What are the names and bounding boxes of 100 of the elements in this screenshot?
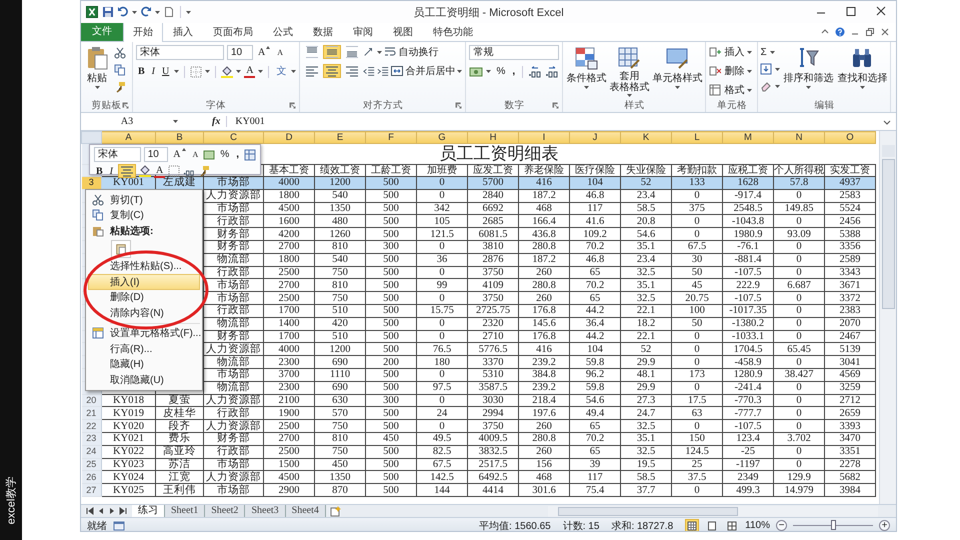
copy-icon[interactable] [114,64,126,76]
view-button[interactable] [685,518,700,531]
bold-button[interactable]: B [94,164,105,178]
ribbon-tab[interactable]: 公式 [263,22,303,41]
shrink-font-button[interactable]: A [275,46,286,59]
size-field[interactable]: 10 [227,45,253,60]
column-header[interactable]: O [824,132,876,144]
column-header[interactable]: N [774,132,824,144]
currency-icon[interactable] [469,66,484,78]
conditional-format-button[interactable]: 条件格式 [565,45,608,90]
row-header[interactable]: 20 [82,394,102,407]
column-header[interactable]: D [264,132,314,144]
comma-button[interactable]: , [510,65,518,78]
fill-button[interactable] [760,63,780,75]
font-field[interactable]: 宋体 [136,45,224,60]
fill-color-icon[interactable] [139,165,152,177]
column-header[interactable]: H [468,132,518,144]
italic-button[interactable]: I [108,164,116,178]
comma-button[interactable]: , [234,148,241,161]
menu-item[interactable]: 删除(D) [88,290,200,305]
increase-decimal-icon[interactable] [528,66,542,78]
font-field[interactable]: 宋体 [94,147,141,162]
last-sheet-icon[interactable] [118,506,128,516]
grow-font-button[interactable]: A [171,148,188,161]
cells-button[interactable]: 插入 [709,45,752,59]
formula-field[interactable]: KY001 [231,116,878,127]
format-painter-icon[interactable] [198,165,210,177]
row-header[interactable]: 25 [82,458,102,471]
percent-button[interactable]: % [494,65,508,78]
sort-filter-button[interactable]: 排序和筛选 [782,45,834,90]
ribbon-tab[interactable]: 审阅 [343,22,383,41]
merge-center-button[interactable]: 合并后居中 [391,64,462,78]
horizontal-scrollbar[interactable] [548,506,878,516]
format-painter-icon[interactable] [114,81,126,93]
phonetic-button[interactable]: 文 [274,65,288,78]
sum-button[interactable]: Σ [760,47,780,58]
decrease-indent-icon[interactable] [363,65,376,77]
sheet-tab[interactable]: 练习 [132,505,165,517]
ribbon-tab[interactable]: 开始 [123,22,163,42]
column-header[interactable]: A [102,132,156,144]
fill-color-icon[interactable] [221,66,234,78]
row-header[interactable]: 3 [82,176,102,190]
sheet-tab[interactable]: Sheet1 [165,505,206,517]
menu-item[interactable]: 插入(I) [88,274,200,290]
spreadsheet-logo-icon[interactable] [85,6,99,18]
number-format-field[interactable]: 常规 [469,45,560,60]
menu-item[interactable]: 行高(R)... [88,341,200,356]
column-header[interactable]: C [204,132,264,144]
sheet-tab[interactable]: Sheet3 [245,505,286,517]
zoom-level[interactable]: 110% [745,520,770,531]
zoom-out-button[interactable]: − [776,520,787,531]
launcher-icon[interactable] [455,102,462,109]
ribbon-tab[interactable]: 特色功能 [423,22,483,41]
cells-button[interactable]: 删除 [709,64,752,78]
column-header[interactable]: G [416,132,468,144]
clear-button[interactable] [760,80,780,92]
format-table-button[interactable]: 套用 表格格式 [608,45,650,98]
border-icon[interactable] [168,165,180,177]
ribbon-tab[interactable]: 页面布局 [203,22,263,41]
percent-button[interactable]: % [218,148,232,161]
view-button[interactable] [725,518,740,531]
italic-button[interactable]: I [150,65,158,78]
scissors-icon[interactable] [114,47,126,59]
find-select-button[interactable]: 查找和选择 [836,45,888,90]
cell-styles-button[interactable]: 单元格样式 [651,45,704,90]
restore-icon[interactable] [865,27,875,37]
currency-icon[interactable] [203,148,216,160]
underline-button[interactable]: U [160,65,172,78]
menu-item[interactable]: 选择性粘贴(S)... [88,258,200,274]
row-header[interactable]: 22 [82,420,102,432]
sheet-tab[interactable]: Sheet2 [205,505,246,517]
name-box[interactable]: A3 [85,116,169,127]
shrink-font-button[interactable]: A [190,148,200,161]
save-icon[interactable] [102,6,114,18]
insert-function-button[interactable]: fx [206,116,228,127]
bold-button[interactable]: B [136,65,147,78]
new-sheet-icon[interactable] [330,505,342,517]
sheet-tab[interactable]: Sheet4 [286,505,326,517]
row-header[interactable]: 23 [82,432,102,446]
document-icon[interactable] [163,6,175,18]
help-icon[interactable] [835,27,845,37]
launcher-icon[interactable] [289,102,296,109]
column-header[interactable]: J [570,132,620,144]
grow-font-button[interactable]: A [256,46,272,59]
menu-item[interactable]: 隐藏(H) [88,356,200,372]
row-header[interactable]: 26 [82,470,102,484]
ribbon-tab[interactable]: 插入 [163,22,203,41]
first-sheet-icon[interactable] [85,506,95,516]
menu-item[interactable]: 清除内容(N) [88,305,200,320]
cells-button[interactable]: 格式 [709,83,752,97]
vertical-scrollbar[interactable] [879,131,896,504]
row-header[interactable]: 27 [82,484,102,496]
row-header[interactable]: 24 [82,445,102,458]
table-icon[interactable] [244,148,256,160]
launcher-icon[interactable] [552,102,560,109]
column-header[interactable]: L [672,132,722,144]
menu-item[interactable]: 剪切(T) [88,192,200,208]
zoom-in-button[interactable]: + [879,520,890,531]
align-button[interactable] [323,45,342,59]
column-header[interactable]: B [156,132,204,144]
